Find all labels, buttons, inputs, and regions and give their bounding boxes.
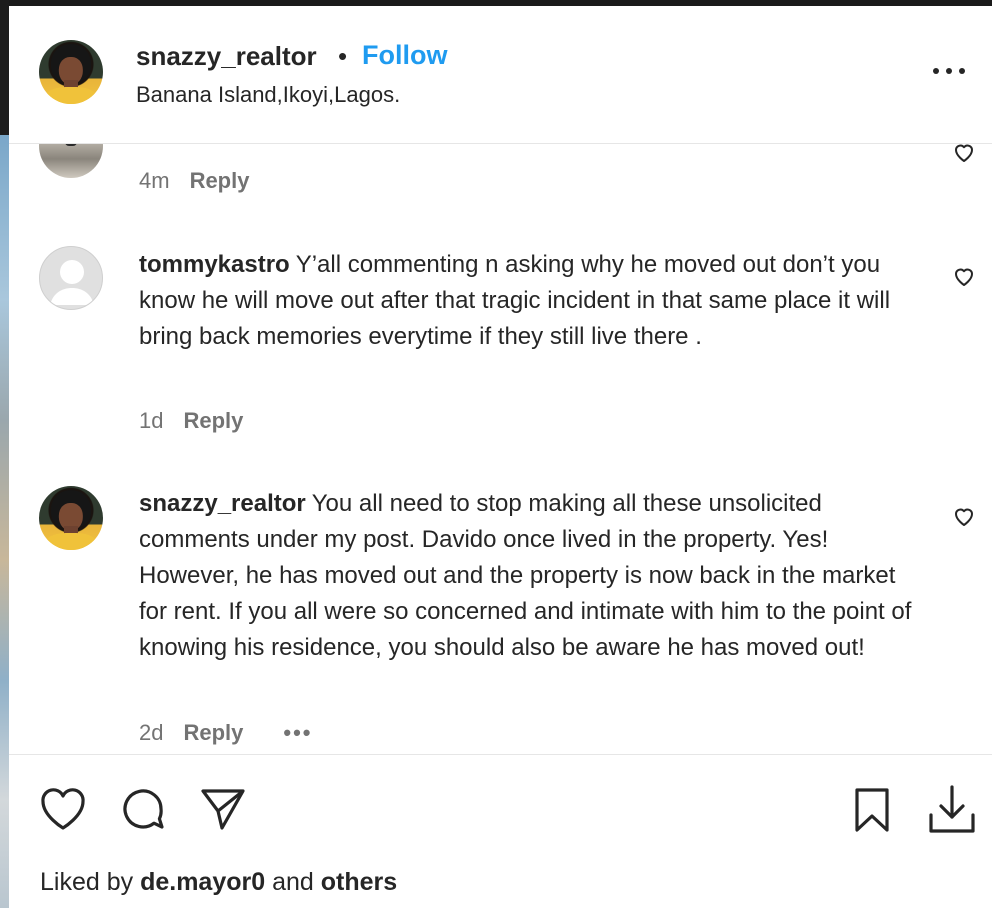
likes-summary: Liked by de.mayor0 and others bbox=[40, 868, 397, 897]
more-horizontal-icon[interactable] bbox=[929, 58, 969, 84]
like-comment-icon[interactable] bbox=[952, 144, 976, 164]
comment-time: 4m bbox=[139, 168, 170, 193]
heart-icon[interactable] bbox=[39, 786, 87, 832]
comment-icon[interactable] bbox=[119, 785, 167, 833]
comment-body: snazzy_realtor You all need to stop makin… bbox=[139, 486, 929, 666]
comment-body: tommykastro Y’all commenting n asking why… bbox=[139, 247, 929, 355]
separator-dot: • bbox=[338, 41, 348, 71]
likes-prefix: Liked by bbox=[40, 868, 134, 896]
avatar[interactable] bbox=[39, 144, 103, 178]
header-username[interactable]: snazzy_realtor bbox=[136, 41, 317, 72]
post-header: snazzy_realtor • Follow Banana Island,Ik… bbox=[9, 6, 992, 144]
likes-conj: and bbox=[272, 868, 314, 896]
location-link[interactable]: Banana Island,Ikoyi,Lagos. bbox=[136, 82, 400, 108]
comment-meta: 4m Reply bbox=[139, 168, 249, 194]
download-icon[interactable] bbox=[927, 783, 977, 835]
like-comment-icon[interactable] bbox=[952, 504, 976, 528]
post-actions: Liked by de.mayor0 and others bbox=[9, 754, 992, 908]
background-photo-edge bbox=[0, 0, 9, 908]
comment-meta: 1d Reply bbox=[139, 408, 243, 434]
bookmark-icon[interactable] bbox=[852, 787, 892, 833]
likes-others-link[interactable]: others bbox=[321, 868, 397, 896]
follow-button[interactable]: Follow bbox=[362, 40, 447, 71]
comment-meta: 2d Reply ••• bbox=[139, 720, 313, 746]
reply-button[interactable]: Reply bbox=[183, 408, 243, 433]
comment-username[interactable]: tommykastro bbox=[139, 251, 290, 278]
avatar[interactable] bbox=[39, 40, 103, 104]
comment-time: 1d bbox=[139, 408, 164, 433]
comment-more-button[interactable]: ••• bbox=[283, 720, 312, 746]
share-icon[interactable] bbox=[199, 786, 247, 832]
comment-username[interactable]: snazzy_realtor bbox=[139, 490, 306, 517]
liker-username[interactable]: de.mayor0 bbox=[140, 868, 265, 896]
default-avatar-icon bbox=[50, 260, 94, 305]
comments-list[interactable]: 4m Reply tommykastro Y’all commenting n as… bbox=[9, 144, 992, 753]
avatar[interactable] bbox=[39, 246, 103, 310]
reply-button[interactable]: Reply bbox=[190, 168, 250, 193]
avatar[interactable] bbox=[39, 486, 103, 550]
comment-time: 2d bbox=[139, 720, 164, 745]
reply-button[interactable]: Reply bbox=[183, 720, 243, 745]
like-comment-icon[interactable] bbox=[952, 264, 976, 288]
